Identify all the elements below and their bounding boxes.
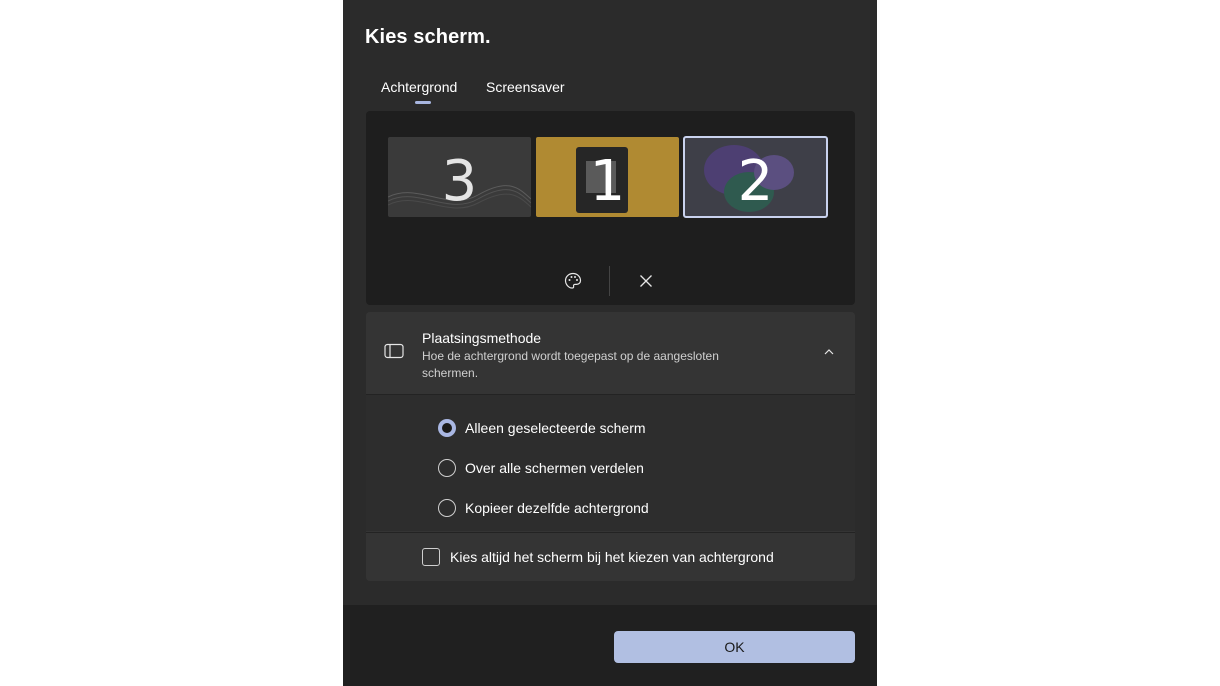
preview-actions [366,266,855,296]
chevron-up-icon [824,349,834,355]
tab-achtergrond[interactable]: Achtergrond [381,79,457,95]
monitor-2-thumbnail[interactable]: 2 [683,136,828,218]
radio-label: Alleen geselecteerde scherm [465,420,646,436]
monitor-3-thumbnail[interactable]: 3 [388,137,531,217]
monitor-number: 3 [441,149,478,214]
always-choose-screen-row: Kies altijd het scherm bij het kiezen va… [366,532,855,581]
radio-indicator [438,419,456,437]
monitor-number: 2 [737,149,774,214]
close-icon [640,275,652,287]
choose-screen-dialog: Kies scherm. Achtergrond Screensaver 3 1… [343,0,877,686]
monitor-preview-area: 3 1 2 [366,111,855,305]
dialog-title: Kies scherm. [365,26,491,48]
dialog-footer: OK [343,605,877,686]
monitor-1-thumbnail[interactable]: 1 [536,137,679,217]
panel-icon [384,343,404,359]
placement-method-description: Hoe de achtergrond wordt toegepast op de… [422,349,719,380]
radio-span-all-screens[interactable]: Over alle schermen verdelen [438,458,644,478]
checkbox-label: Kies altijd het scherm bij het kiezen va… [450,549,774,565]
radio-indicator [438,459,456,477]
radio-copy-same-background[interactable]: Kopieer dezelfde achtergrond [438,498,649,518]
remove-button[interactable] [631,266,661,296]
radio-indicator [438,499,456,517]
selected-tab-indicator [415,101,431,104]
placement-method-title: Plaatsingsmethode [422,330,542,346]
palette-icon [564,272,582,289]
placement-options: Alleen geselecteerde scherm Over alle sc… [366,395,855,531]
radio-selected-screen-only[interactable]: Alleen geselecteerde scherm [438,418,646,438]
placement-method-section: Plaatsingsmethode Hoe de achtergrond wor… [366,312,855,581]
placement-method-header[interactable]: Plaatsingsmethode Hoe de achtergrond wor… [366,312,855,395]
actions-divider [609,266,610,296]
palette-button[interactable] [558,266,588,296]
monitor-number: 1 [589,149,626,214]
ok-button[interactable]: OK [614,631,855,663]
radio-label: Kopieer dezelfde achtergrond [465,500,649,516]
always-choose-screen-checkbox[interactable] [422,548,440,566]
radio-label: Over alle schermen verdelen [465,460,644,476]
tab-screensaver[interactable]: Screensaver [486,79,565,95]
